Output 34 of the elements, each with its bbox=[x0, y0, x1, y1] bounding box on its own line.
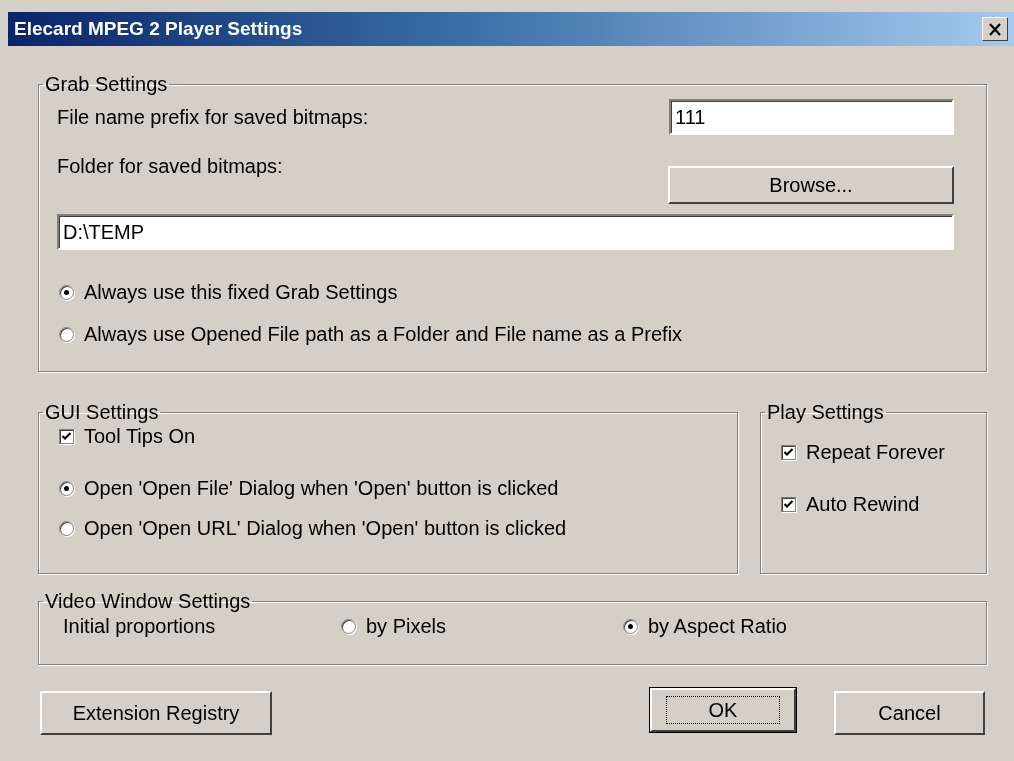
checkbox[interactable] bbox=[781, 444, 796, 460]
browse-button[interactable]: Browse... bbox=[668, 166, 954, 204]
checkbox[interactable] bbox=[781, 496, 796, 512]
checkmark-icon bbox=[783, 498, 794, 510]
radio-button[interactable] bbox=[623, 618, 638, 634]
close-icon bbox=[988, 22, 1002, 36]
group-title: Grab Settings bbox=[44, 74, 169, 94]
option-label[interactable]: Tool Tips On bbox=[84, 424, 196, 448]
checkmark-icon bbox=[61, 430, 72, 442]
close-button[interactable] bbox=[982, 17, 1008, 41]
radio-button[interactable] bbox=[59, 520, 74, 536]
field-label: Initial proportions bbox=[63, 614, 217, 638]
input-field[interactable]: 111 bbox=[669, 99, 954, 135]
ok-button[interactable]: OK bbox=[650, 688, 796, 732]
field-label: File name prefix for saved bitmaps: bbox=[57, 105, 369, 129]
option-label[interactable]: Auto Rewind bbox=[806, 492, 920, 516]
group-title: Video Window Settings bbox=[44, 591, 252, 611]
checkbox[interactable] bbox=[59, 428, 74, 444]
option-label[interactable]: Open 'Open URL' Dialog when 'Open' button is clicked bbox=[84, 516, 567, 540]
radio-button[interactable] bbox=[341, 618, 356, 634]
group-title: Play Settings bbox=[766, 402, 885, 422]
window-title: Elecard MPEG 2 Player Settings bbox=[14, 18, 303, 40]
option-label[interactable]: by Aspect Ratio bbox=[648, 614, 787, 638]
input-field[interactable]: D:\TEMP bbox=[57, 214, 954, 250]
checkmark-icon bbox=[783, 446, 794, 458]
option-label[interactable]: Always use this fixed Grab Settings bbox=[84, 280, 398, 304]
field-label: Folder for saved bitmaps: bbox=[57, 155, 283, 178]
cancel-button[interactable]: Cancel bbox=[834, 691, 985, 735]
option-label[interactable]: Repeat Forever bbox=[806, 440, 945, 464]
option-label[interactable]: Always use Opened File path as a Folder and File name as a Prefix bbox=[84, 322, 683, 346]
option-label[interactable]: Open 'Open File' Dialog when 'Open' button is clicked bbox=[84, 476, 559, 500]
group-title: GUI Settings bbox=[44, 402, 160, 422]
extension-registry-button[interactable]: Extension Registry bbox=[40, 691, 272, 735]
option-label[interactable]: by Pixels bbox=[366, 614, 447, 638]
